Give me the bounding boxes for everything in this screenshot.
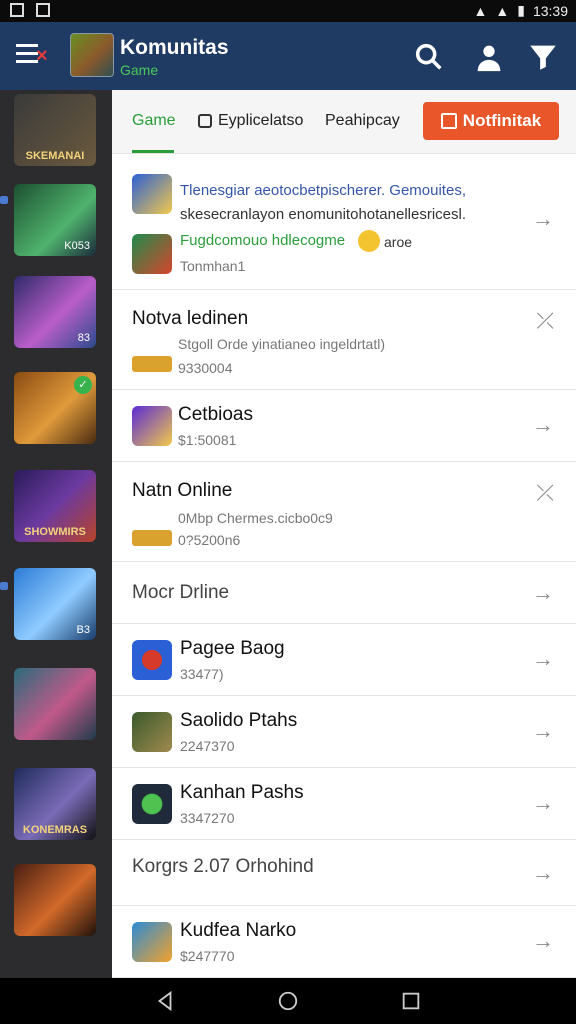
featured-line-4: Tonmhan1 bbox=[180, 258, 246, 274]
item-title: Cetbioas bbox=[178, 404, 253, 425]
tab-game[interactable]: Game bbox=[132, 112, 176, 130]
featured-game-icon-2 bbox=[132, 234, 172, 274]
game-thumb-3[interactable]: 83 bbox=[14, 276, 96, 348]
community-game-logo bbox=[70, 33, 114, 77]
chevron-right-icon: → bbox=[532, 646, 554, 671]
item-meta: 0?5200n6 bbox=[178, 532, 241, 548]
game-thumb-4[interactable]: ✓ bbox=[14, 372, 96, 444]
sidebar: SKEMANAI K053 83 ✓ SHOWMIRS B3 KONEMRAS bbox=[0, 90, 112, 978]
game-thumb-8[interactable]: KONEMRAS bbox=[14, 768, 96, 840]
game-icon bbox=[132, 640, 172, 680]
item-title: Korgrs 2.07 Orhohind bbox=[132, 856, 314, 877]
tab-bar: Game Eyplicelatso Peahipcay Notfinitak bbox=[112, 90, 576, 154]
chevron-right-icon: → bbox=[532, 860, 554, 885]
indicator-dot bbox=[0, 196, 8, 204]
chevron-right-icon: → bbox=[532, 718, 554, 743]
notification-button[interactable]: Notfinitak bbox=[423, 102, 559, 140]
calendar-icon bbox=[440, 113, 457, 129]
back-icon[interactable] bbox=[154, 990, 176, 1017]
item-title: Saolido Ptahs bbox=[180, 710, 298, 731]
chevron-right-icon: → bbox=[532, 412, 554, 437]
tab-underline bbox=[132, 150, 174, 153]
game-thumb-2[interactable]: K053 bbox=[14, 184, 96, 256]
tab-peahipcay[interactable]: Peahipcay bbox=[325, 112, 400, 130]
search-icon[interactable] bbox=[412, 40, 446, 74]
emoji-icon bbox=[358, 230, 380, 252]
item-meta: $1:50081 bbox=[178, 432, 237, 448]
item-meta: 9330004 bbox=[178, 360, 233, 376]
item-title: Kudfea Narko bbox=[180, 920, 297, 941]
app-subtitle: Game bbox=[120, 62, 159, 78]
list-item[interactable]: Saolido Ptahs 2247370 → bbox=[112, 696, 576, 768]
item-title: Kanhan Pashs bbox=[180, 782, 304, 803]
notification-icon bbox=[10, 3, 24, 17]
chat-icon bbox=[198, 114, 212, 128]
item-meta: 2247370 bbox=[180, 738, 235, 754]
featured-row[interactable]: Tlenesgiar aeotocbetpischerer. Gemouites… bbox=[112, 154, 576, 290]
featured-line-1: Tlenesgiar aeotocbetpischerer. Gemouites… bbox=[180, 182, 466, 199]
main-panel: Game Eyplicelatso Peahipcay Notfinitak T… bbox=[112, 90, 576, 978]
battery-icon: ▮ bbox=[517, 2, 525, 18]
game-thumb-6[interactable]: B3 bbox=[14, 568, 96, 640]
item-meta: 33477) bbox=[180, 666, 224, 682]
pin-icon[interactable]: ⤫ bbox=[536, 308, 554, 334]
pin-icon[interactable]: ⤫ bbox=[536, 480, 554, 506]
game-icon bbox=[132, 406, 172, 446]
app-title: Komunitas bbox=[120, 36, 229, 59]
game-thumb-9[interactable] bbox=[14, 864, 96, 936]
item-meta: 3347270 bbox=[180, 810, 235, 826]
profile-icon[interactable] bbox=[472, 40, 506, 74]
signal-icon: ▲ bbox=[495, 2, 510, 19]
indicator-dot bbox=[0, 582, 8, 590]
clock: 13:39 bbox=[532, 2, 568, 19]
recents-icon[interactable] bbox=[400, 990, 422, 1017]
game-thumb-1[interactable]: SKEMANAI bbox=[14, 94, 96, 166]
filter-icon[interactable] bbox=[526, 40, 560, 74]
game-thumb-5[interactable]: SHOWMIRS bbox=[14, 470, 96, 542]
list-item[interactable]: Mocr Drline → bbox=[112, 562, 576, 624]
item-title: Pagee Baog bbox=[180, 638, 285, 659]
list-item[interactable]: Korgrs 2.07 Orhohind → bbox=[112, 840, 576, 906]
status-bar: ▲ ▲ ▮ 13:39 bbox=[0, 0, 576, 22]
game-icon bbox=[132, 784, 172, 824]
featured-line-3: Fugdcomouo hdlecogme bbox=[180, 232, 346, 249]
coin-badge-icon bbox=[132, 530, 172, 546]
list-item[interactable]: Notva ledinen Stgoll Orde yinatianeo ing… bbox=[112, 290, 576, 390]
featured-line-3-suffix: aroe bbox=[384, 234, 413, 250]
list-item[interactable]: Kanhan Pashs 3347270 → bbox=[112, 768, 576, 840]
item-meta: $247770 bbox=[180, 948, 235, 964]
app-bar: × Komunitas Game bbox=[0, 22, 576, 90]
coin-badge-icon bbox=[132, 356, 172, 372]
list-item[interactable]: Natn Online 0Mbp Chermes.cicbo0c9 0?5200… bbox=[112, 462, 576, 562]
list-item[interactable]: Kudfea Narko $247770 → bbox=[112, 906, 576, 978]
game-icon bbox=[132, 922, 172, 962]
system-nav-bar bbox=[0, 978, 576, 1024]
online-badge-icon: ✓ bbox=[74, 376, 92, 394]
tab-eyplicelatso[interactable]: Eyplicelatso bbox=[218, 112, 303, 130]
menu-close-icon[interactable]: × bbox=[16, 44, 50, 68]
item-sub: Stgoll Orde yinatianeo ingeldrtatl) bbox=[178, 336, 386, 352]
item-title: Natn Online bbox=[132, 480, 233, 501]
chevron-right-icon: → bbox=[532, 580, 554, 605]
list-item[interactable]: Pagee Baog 33477) → bbox=[112, 624, 576, 696]
chevron-right-icon: → bbox=[532, 928, 554, 953]
image-icon bbox=[36, 3, 50, 17]
list-item[interactable]: Cetbioas $1:50081 → bbox=[112, 390, 576, 462]
featured-line-2: skesecranlayon enomunitohotanellesricesl… bbox=[180, 206, 466, 223]
item-title: Mocr Drline bbox=[132, 582, 230, 603]
wifi-icon: ▲ bbox=[473, 2, 488, 19]
home-icon[interactable] bbox=[277, 990, 299, 1017]
item-title: Notva ledinen bbox=[132, 308, 249, 329]
featured-game-icon bbox=[132, 174, 172, 214]
game-thumb-7[interactable] bbox=[14, 668, 96, 740]
item-sub: 0Mbp Chermes.cicbo0c9 bbox=[178, 510, 333, 526]
chevron-right-icon: → bbox=[532, 206, 554, 231]
game-icon bbox=[132, 712, 172, 752]
chevron-right-icon: → bbox=[532, 790, 554, 815]
